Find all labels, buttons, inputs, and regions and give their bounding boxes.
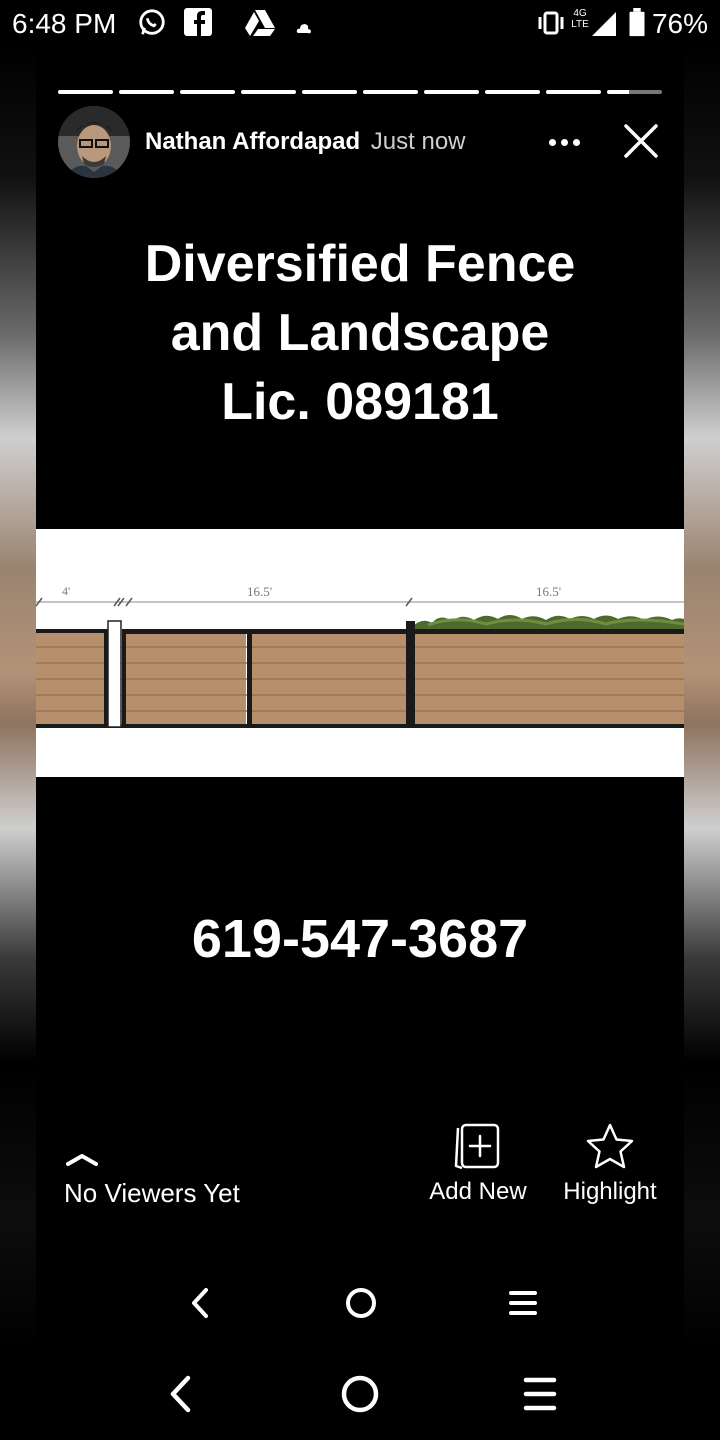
more-icon-dot xyxy=(548,138,556,146)
story-progress-bar xyxy=(58,90,662,94)
blurred-edge-right xyxy=(684,48,720,1348)
highlight-button[interactable]: Highlight xyxy=(545,1122,675,1212)
inner-navigation-bar xyxy=(36,1278,684,1328)
dimension-label: 16.5' xyxy=(536,584,561,599)
headline-line: and Landscape xyxy=(170,304,550,362)
more-icon-dot xyxy=(560,138,568,146)
phone-number[interactable]: 619-547-3687 xyxy=(36,908,684,970)
progress-segment xyxy=(58,90,113,94)
story-viewer[interactable]: Nathan Affordapad Just now Diversified F… xyxy=(36,48,684,1318)
back-icon[interactable] xyxy=(164,1374,196,1414)
avatar[interactable] xyxy=(58,106,130,178)
recents-icon[interactable] xyxy=(506,1286,540,1320)
status-time: 6:48 PM xyxy=(12,8,117,39)
fence-drawing: 4' 16.5' 16.5' xyxy=(36,529,684,777)
battery-icon xyxy=(629,8,645,37)
highlight-label: Highlight xyxy=(563,1178,657,1205)
story-headline: Diversified Fence and Landscape Lic. 089… xyxy=(36,230,684,437)
more-icon-dot xyxy=(572,138,580,146)
status-bar: 6:48 PM 4G LTE 76% xyxy=(0,0,720,48)
more-options-button[interactable] xyxy=(542,124,586,160)
network-type: 4G LTE xyxy=(571,8,589,30)
headline-line: Diversified Fence xyxy=(144,235,576,293)
recents-icon[interactable] xyxy=(520,1374,560,1414)
progress-segment xyxy=(180,90,235,94)
viewers-label: No Viewers Yet xyxy=(64,1178,240,1208)
cloud-icon xyxy=(296,24,311,34)
blurred-edge-left xyxy=(0,48,36,1348)
back-icon[interactable] xyxy=(186,1286,214,1320)
star-icon xyxy=(586,1123,634,1169)
battery-percent: 76% xyxy=(651,8,708,39)
progress-segment xyxy=(485,90,540,94)
dimension-label: 4' xyxy=(62,584,70,598)
dimension-label: 16.5' xyxy=(247,584,272,599)
author-line: Nathan Affordapad Just now xyxy=(145,128,466,156)
system-navigation-bar xyxy=(0,1360,720,1440)
add-new-button[interactable]: Add New xyxy=(413,1122,543,1212)
progress-segment xyxy=(424,90,479,94)
progress-segment xyxy=(241,90,296,94)
home-icon[interactable] xyxy=(340,1374,380,1414)
whatsapp-icon xyxy=(139,9,165,35)
progress-segment-current xyxy=(607,90,662,94)
close-icon[interactable] xyxy=(622,122,660,160)
progress-segment xyxy=(302,90,357,94)
add-story-icon xyxy=(454,1123,500,1170)
facebook-icon xyxy=(184,8,212,36)
drive-icon xyxy=(245,10,275,36)
post-time: Just now xyxy=(370,128,466,155)
progress-segment xyxy=(119,90,174,94)
progress-segment xyxy=(363,90,418,94)
add-new-label: Add New xyxy=(429,1178,527,1205)
author-name[interactable]: Nathan Affordapad xyxy=(145,128,360,155)
home-icon[interactable] xyxy=(344,1286,378,1320)
chevron-up-icon xyxy=(66,1154,98,1166)
signal-icon xyxy=(592,12,616,36)
vibrate-icon xyxy=(538,11,564,35)
progress-segment xyxy=(546,90,601,94)
headline-line: Lic. 089181 xyxy=(221,373,499,431)
